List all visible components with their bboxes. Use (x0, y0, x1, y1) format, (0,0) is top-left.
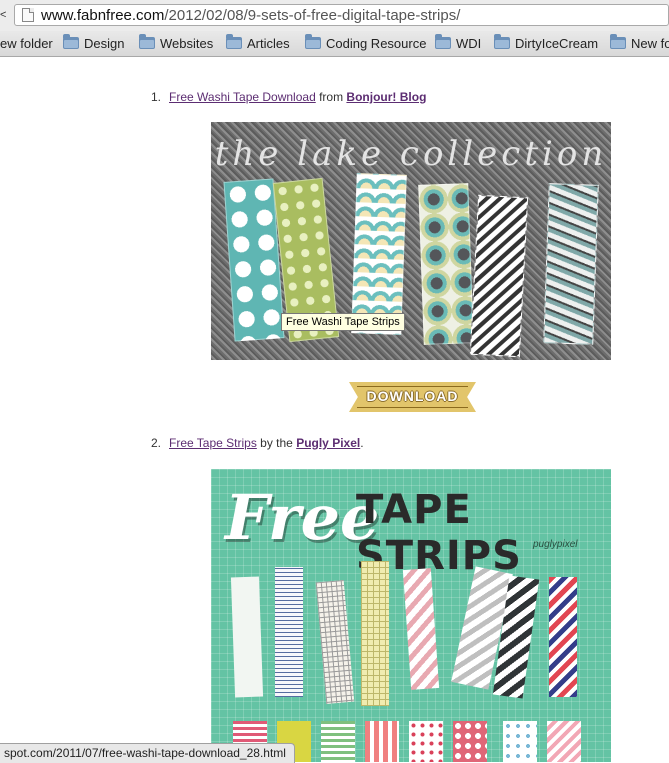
small-tape-red-dots (409, 721, 443, 762)
lake-collection-image[interactable]: the lake collection (211, 122, 611, 360)
folder-icon (226, 34, 242, 49)
bookmark-label: DirtyIceCream (515, 36, 599, 51)
url-field[interactable]: www.fabnfree.com/2012/02/08/9-sets-of-fr… (14, 4, 669, 26)
bookmark-websites[interactable]: Websites (139, 34, 214, 52)
folder-icon (494, 34, 510, 49)
folder-icon (305, 34, 321, 49)
tape-strip-5 (469, 194, 529, 358)
free-tape-strips-link[interactable]: Free Tape Strips (169, 436, 257, 450)
url-text: www.fabnfree.com/2012/02/08/9-sets-of-fr… (41, 7, 460, 24)
url-path: /2012/02/08/9-sets-of-free-digital-tape-… (164, 7, 461, 24)
small-tape-green-gingham (321, 721, 355, 762)
folder-icon (610, 34, 626, 49)
bookmark-label: Articles (247, 36, 290, 51)
list-connector: by the (256, 436, 297, 450)
tape-strip-graph (315, 580, 355, 704)
small-tape-pink-dots (453, 721, 487, 762)
list-connector: from (315, 90, 347, 104)
bookmark-new-folder[interactable]: ew folder (0, 35, 53, 52)
folder-icon (139, 34, 155, 49)
bookmarks-bar: ew folder Design Websites Articles Codin… (0, 31, 669, 57)
tape-strip-white (230, 576, 264, 698)
download-button[interactable]: DOWNLOAD (349, 382, 476, 412)
list-item-1: 1. Free Washi Tape Download from Bonjour!… (151, 90, 426, 104)
bookmark-design[interactable]: Design (63, 34, 125, 52)
bookmark-label: Websites (160, 36, 214, 51)
download-label: DOWNLOAD (366, 388, 459, 404)
puglypixel-brand: puglypixel (533, 539, 578, 550)
bookmark-new-folder-2[interactable]: New fo (610, 34, 669, 52)
list-number: 2. (151, 436, 162, 450)
free-washi-tape-download-link[interactable]: Free Washi Tape Download (169, 90, 316, 104)
small-tape-blue-dots (503, 721, 537, 762)
bookmark-label: ew folder (0, 36, 53, 51)
bookmark-label: WDI (456, 36, 482, 51)
page-icon (22, 8, 34, 22)
tape-strip-blue-grid (275, 567, 303, 697)
image-tooltip: Free Washi Tape Strips (281, 313, 405, 331)
small-tape-pink-stripe (547, 721, 581, 762)
bookmark-label: New fo (631, 36, 669, 51)
small-tape-coral-stripe (365, 721, 399, 762)
tape-strip-yellow-grid (361, 561, 389, 706)
status-bar-url: spot.com/2011/07/free-washi-tape-downloa… (0, 743, 295, 763)
url-host: www.fabnfree.com (41, 7, 165, 24)
tape-strip-3 (351, 173, 407, 335)
bonjour-blog-link[interactable]: Bonjour! Blog (346, 90, 426, 104)
folder-icon (63, 34, 79, 49)
tape-strip-red-blue-stripe (549, 577, 577, 697)
bookmark-wdi[interactable]: WDI (435, 34, 482, 52)
tape-strips-heading: TAPE STRIPS (356, 487, 522, 579)
bookmark-articles[interactable]: Articles (226, 34, 290, 52)
free-tape-strips-image[interactable]: Free TAPE STRIPS puglypixel (211, 469, 611, 762)
bookmark-dirtyicecream[interactable]: DirtyIceCream (494, 34, 599, 52)
tape-strip-pink-stripe (402, 568, 440, 690)
folder-icon (435, 34, 451, 49)
bookmark-label: Design (84, 36, 125, 51)
lake-collection-title: the lake collection (214, 134, 608, 174)
list-item-2: 2. Free Tape Strips by the Pugly Pixel. (151, 436, 364, 450)
address-bar: < www.fabnfree.com/2012/02/08/9-sets-of-… (0, 0, 669, 32)
pugly-pixel-link[interactable]: Pugly Pixel (296, 436, 360, 450)
tape-strip-4 (418, 183, 474, 345)
bookmark-label: Coding Resource (326, 36, 427, 51)
bookmark-coding-resource[interactable]: Coding Resource (305, 34, 427, 52)
back-arrow-icon[interactable]: < (0, 9, 6, 21)
tape-strip-6 (543, 183, 599, 345)
list-trailing: . (360, 436, 364, 450)
list-number: 1. (151, 90, 162, 104)
